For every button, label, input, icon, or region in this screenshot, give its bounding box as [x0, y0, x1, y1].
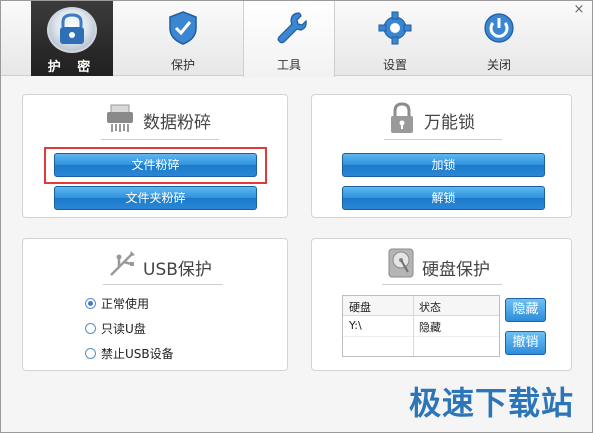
table-row[interactable]: Y:\ 隐藏: [343, 316, 499, 336]
top-toolbar: × 护 密 保护 工具 设置 关闭: [1, 1, 592, 77]
table-row: [343, 336, 499, 356]
panel-title: 硬盘保护: [422, 260, 490, 280]
tab-label: 保护: [170, 58, 195, 72]
column-divider: [413, 296, 414, 356]
disk-panel: 硬盘保护 硬盘 状态 Y:\ 隐藏 隐藏 撤销: [311, 238, 572, 371]
usb-icon: [107, 249, 137, 283]
panel-title: 万能锁: [424, 113, 475, 133]
radio-button[interactable]: [85, 348, 96, 359]
power-icon: [481, 9, 517, 47]
divider: [103, 284, 223, 285]
usb-option-readonly[interactable]: 只读U盘: [85, 320, 146, 337]
status-cell: 隐藏: [419, 321, 441, 334]
logo-tab[interactable]: 护 密: [31, 1, 113, 76]
usb-option-disable[interactable]: 禁止USB设备: [85, 345, 174, 362]
shredder-icon: [105, 103, 135, 137]
logo-label: 护 密: [47, 60, 97, 75]
usb-option-normal[interactable]: 正常使用: [85, 295, 149, 312]
lock-panel: 万能锁 加锁 解锁: [311, 94, 572, 218]
folder-shred-button[interactable]: 文件夹粉碎: [54, 186, 257, 210]
tab-label: 工具: [276, 58, 301, 72]
tab-close[interactable]: 关闭: [453, 1, 545, 76]
radio-button[interactable]: [85, 298, 96, 309]
disk-cell: Y:\: [349, 319, 362, 332]
column-header: 状态: [419, 301, 441, 314]
gear-icon: [377, 9, 413, 47]
tab-label: 关闭: [486, 58, 511, 72]
close-button[interactable]: ×: [572, 3, 586, 17]
column-header: 硬盘: [349, 301, 371, 314]
tab-tools[interactable]: 工具: [243, 1, 335, 77]
hide-button[interactable]: 隐藏: [505, 298, 546, 322]
radio-button[interactable]: [85, 323, 96, 334]
hard-disk-icon: [386, 247, 416, 283]
panel-title: 数据粉碎: [143, 113, 211, 133]
disk-table[interactable]: 硬盘 状态 Y:\ 隐藏: [342, 295, 500, 357]
divider: [382, 284, 502, 285]
radio-label: 正常使用: [101, 297, 150, 311]
undo-button[interactable]: 撤销: [505, 331, 546, 355]
divider: [101, 139, 219, 140]
lock-button[interactable]: 加锁: [342, 153, 545, 177]
panel-title: USB保护: [143, 260, 212, 280]
divider: [384, 139, 502, 140]
unlock-button[interactable]: 解锁: [342, 186, 545, 210]
shred-panel: 数据粉碎 文件粉碎 文件夹粉碎: [22, 94, 288, 218]
tab-label: 设置: [382, 58, 407, 72]
tab-protect[interactable]: 保护: [137, 1, 229, 76]
padlock-icon: [388, 102, 416, 138]
shield-icon: [165, 9, 201, 47]
tab-settings[interactable]: 设置: [349, 1, 441, 76]
usb-panel: USB保护 正常使用 只读U盘 禁止USB设备: [22, 238, 288, 371]
app-window: × 护 密 保护 工具 设置 关闭 数据粉碎 文件粉碎 文件夹粉碎 万能锁 加锁…: [0, 0, 593, 433]
radio-label: 禁止USB设备: [101, 347, 174, 361]
table-header: 硬盘 状态: [343, 296, 499, 316]
wrench-icon: [272, 9, 308, 47]
file-shred-button[interactable]: 文件粉碎: [54, 153, 257, 177]
radio-label: 只读U盘: [101, 322, 146, 336]
lock-logo-icon: [47, 7, 97, 53]
watermark-text: 极速下载站: [408, 384, 574, 422]
